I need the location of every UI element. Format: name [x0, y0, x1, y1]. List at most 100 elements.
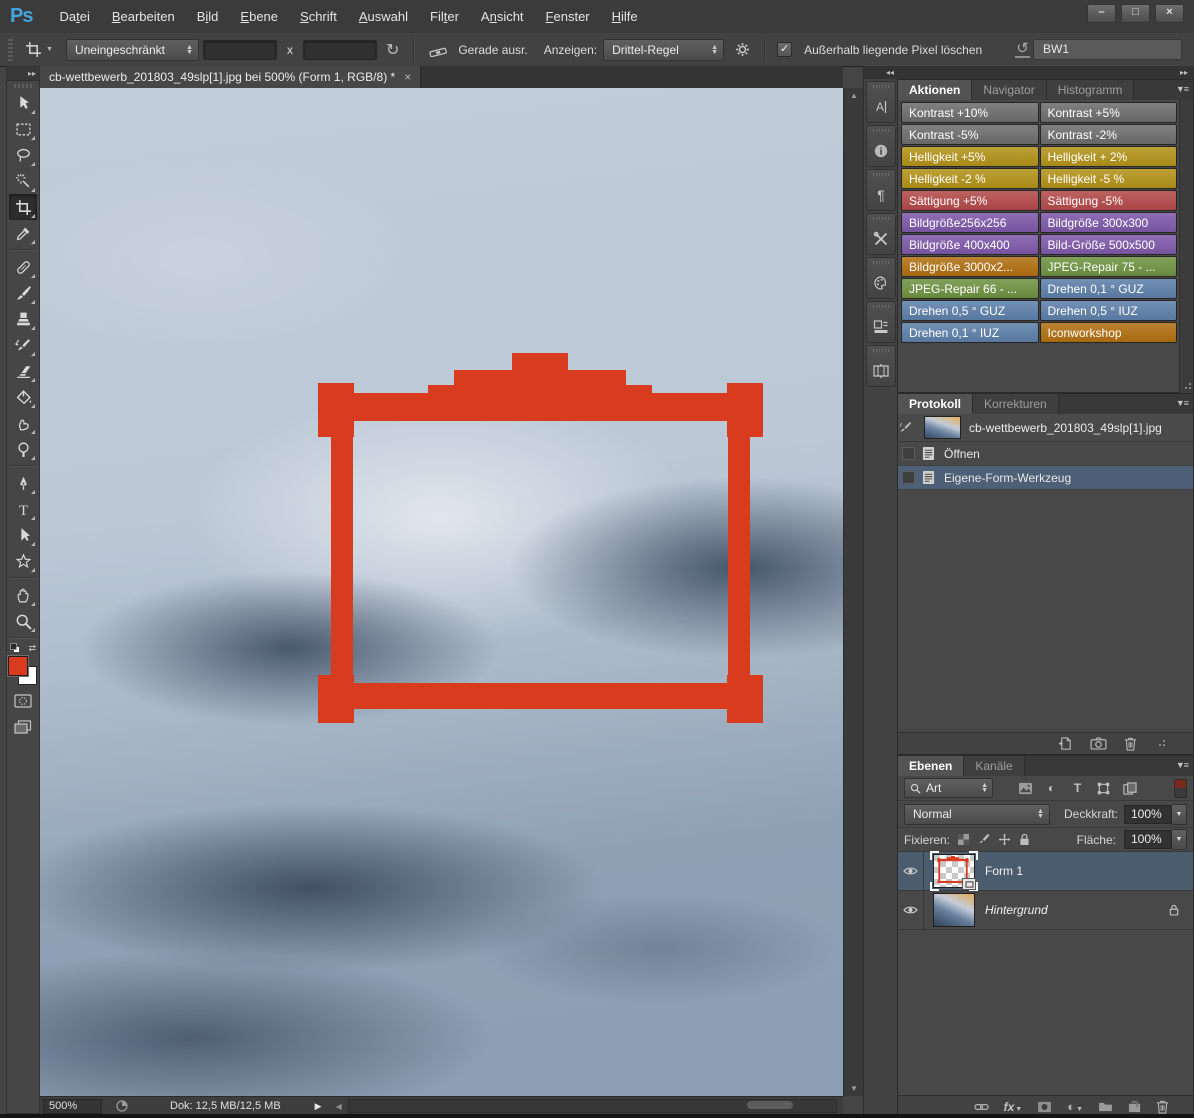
history-source-checkbox[interactable]: [902, 447, 915, 460]
history-state-row[interactable]: Eigene-Form-Werkzeug: [898, 466, 1193, 490]
action-button[interactable]: Drehen 0,1 ° IUZ: [901, 322, 1039, 343]
hand-tool[interactable]: [9, 582, 37, 608]
opacity-value[interactable]: 100%: [1124, 804, 1172, 824]
panel-menu-icon[interactable]: ▼≡: [1176, 84, 1189, 94]
clone-stamp-tool[interactable]: [9, 306, 37, 332]
hscroll-thumb[interactable]: [746, 1101, 793, 1109]
filter-smart-objects-icon[interactable]: [1120, 781, 1139, 795]
menu-hilfe[interactable]: Hilfe: [601, 9, 649, 24]
action-button[interactable]: Kontrast +10%: [901, 102, 1039, 123]
layer-visibility-eye-icon[interactable]: [898, 852, 924, 890]
crop-aspect-select[interactable]: Uneingeschränkt ▲ ▼: [65, 38, 199, 61]
filter-toggle-switch[interactable]: [1174, 778, 1187, 798]
tool-presets-panel-icon[interactable]: [865, 213, 896, 255]
status-flyout-icon[interactable]: ▶: [315, 1101, 322, 1112]
panel-resize-grip[interactable]: [1154, 739, 1165, 748]
history-tab-protokoll[interactable]: Protokoll: [898, 394, 974, 414]
timeline-panel-icon[interactable]: [865, 345, 896, 387]
action-button[interactable]: Kontrast -5%: [901, 124, 1039, 145]
info-panel-icon[interactable]: i: [865, 125, 896, 167]
menu-bearbeiten[interactable]: Bearbeiten: [101, 9, 186, 24]
delete-state-trash-icon[interactable]: [1124, 737, 1137, 751]
new-document-from-state-icon[interactable]: [1058, 736, 1073, 751]
crop-height-input[interactable]: [302, 39, 377, 60]
action-button[interactable]: Helligkeit + 2%: [1039, 146, 1177, 167]
crop-tool-preset-icon[interactable]: ▼: [20, 41, 58, 58]
crop-settings-gear-icon[interactable]: [730, 42, 755, 57]
menu-ebene[interactable]: Ebene: [229, 9, 289, 24]
overlay-select[interactable]: Drittel-Regel ▲ ▼: [603, 38, 725, 61]
quick-mask-button[interactable]: [9, 688, 37, 714]
spot-healing-brush-tool[interactable]: [9, 254, 37, 280]
opacity-dropdown[interactable]: 100% ▼: [1124, 803, 1187, 825]
custom-shape-tool[interactable]: [9, 548, 37, 574]
action-button[interactable]: Helligkeit +5%: [901, 146, 1039, 167]
layers-tab-kanäle[interactable]: Kanäle: [964, 756, 1025, 776]
canvas-horizontal-scrollbar[interactable]: [347, 1099, 837, 1113]
layer-name[interactable]: Hintergrund: [985, 903, 1048, 917]
action-button[interactable]: Iconworkshop: [1039, 322, 1177, 343]
panel-menu-icon[interactable]: ▼≡: [1176, 760, 1189, 770]
action-button[interactable]: Bild-Größe 500x500: [1039, 234, 1177, 255]
history-tab-korrekturen[interactable]: Korrekturen: [973, 394, 1059, 414]
filter-type-layers-icon[interactable]: T: [1068, 781, 1087, 795]
history-brush-tool[interactable]: [9, 332, 37, 358]
path-selection-tool[interactable]: [9, 522, 37, 548]
action-button[interactable]: Bildgröße256x256: [901, 212, 1039, 233]
magic-wand-tool[interactable]: [9, 168, 37, 194]
action-button[interactable]: Bildgröße 400x400: [901, 234, 1039, 255]
straighten-label[interactable]: Gerade ausr.: [458, 43, 527, 57]
action-button[interactable]: Drehen 0,1 ° GUZ: [1039, 278, 1177, 299]
document-tab[interactable]: cb-wettbewerb_201803_49slp[1].jpg bei 50…: [40, 66, 422, 88]
new-group-folder-icon[interactable]: [1098, 1101, 1113, 1112]
menu-datei[interactable]: Datei: [48, 9, 100, 24]
menu-ansicht[interactable]: Ansicht: [470, 9, 535, 24]
layer-row-form-1[interactable]: Form 1: [898, 851, 1193, 891]
close-button[interactable]: ×: [1155, 4, 1184, 23]
delete-layer-trash-icon[interactable]: [1156, 1100, 1169, 1114]
tab-close-icon[interactable]: ×: [404, 70, 411, 84]
action-button[interactable]: Kontrast -2%: [1039, 124, 1177, 145]
layer-thumbnail[interactable]: [933, 893, 975, 927]
zoom-tool[interactable]: [9, 608, 37, 634]
crop-width-input[interactable]: [202, 39, 277, 60]
dropdown-arrow-icon[interactable]: ▼: [1172, 803, 1187, 825]
action-button[interactable]: Sättigung +5%: [901, 190, 1039, 211]
scroll-down-icon[interactable]: ▼: [844, 1084, 864, 1093]
layer-style-fx-icon[interactable]: fx▼: [1004, 1100, 1023, 1114]
history-snapshot-row[interactable]: cb-wettbewerb_201803_49slp[1].jpg: [898, 414, 1193, 442]
actions-tab-histogramm[interactable]: Histogramm: [1046, 80, 1135, 100]
dock-expand-icon[interactable]: ◂◂: [864, 66, 897, 79]
scroll-up-icon[interactable]: ▲: [844, 91, 864, 100]
character-panel-icon[interactable]: A: [865, 81, 896, 123]
menu-auswahl[interactable]: Auswahl: [348, 9, 419, 24]
action-button[interactable]: Drehen 0,5 ° GUZ: [901, 300, 1039, 321]
reset-icon[interactable]: ↺: [1010, 41, 1035, 58]
workspace-field[interactable]: BW1: [1033, 39, 1182, 60]
action-button[interactable]: Kontrast +5%: [1039, 102, 1177, 123]
delete-cropped-pixels-label[interactable]: Außerhalb liegende Pixel löschen: [804, 43, 982, 57]
menu-bild[interactable]: Bild: [186, 9, 230, 24]
dock-collapse-icon[interactable]: ▸▸: [897, 66, 1194, 79]
dodge-tool[interactable]: [9, 436, 37, 462]
history-state-row[interactable]: Öffnen: [898, 442, 1193, 466]
layer-visibility-eye-icon[interactable]: [898, 891, 924, 929]
blend-mode-select[interactable]: Normal ▲ ▼: [904, 803, 1050, 825]
toolbar-collapse-icon[interactable]: ▸▸: [7, 67, 39, 81]
eraser-tool[interactable]: [9, 358, 37, 384]
layer-name[interactable]: Form 1: [985, 864, 1023, 878]
canvas-vertical-scrollbar[interactable]: ▲ ▼: [843, 88, 863, 1096]
action-button[interactable]: JPEG-Repair 75 - ...: [1039, 256, 1177, 277]
action-button[interactable]: Helligkeit -2 %: [901, 168, 1039, 189]
filter-adjustment-layers-icon[interactable]: ◐: [1042, 781, 1061, 795]
filter-shape-layers-icon[interactable]: [1094, 782, 1113, 795]
paragraph-panel-icon[interactable]: ¶: [865, 169, 896, 211]
menu-filter[interactable]: Filter: [419, 9, 470, 24]
dropdown-arrow-icon[interactable]: ▼: [1172, 829, 1187, 850]
layers-tab-ebenen[interactable]: Ebenen: [898, 756, 965, 776]
filter-pixel-layers-icon[interactable]: [1016, 782, 1035, 795]
styles-panel-icon[interactable]: [865, 301, 896, 343]
crop-tool[interactable]: [9, 194, 37, 220]
action-button[interactable]: JPEG-Repair 66 - ...: [901, 278, 1039, 299]
history-brush-source-icon[interactable]: [898, 420, 924, 435]
